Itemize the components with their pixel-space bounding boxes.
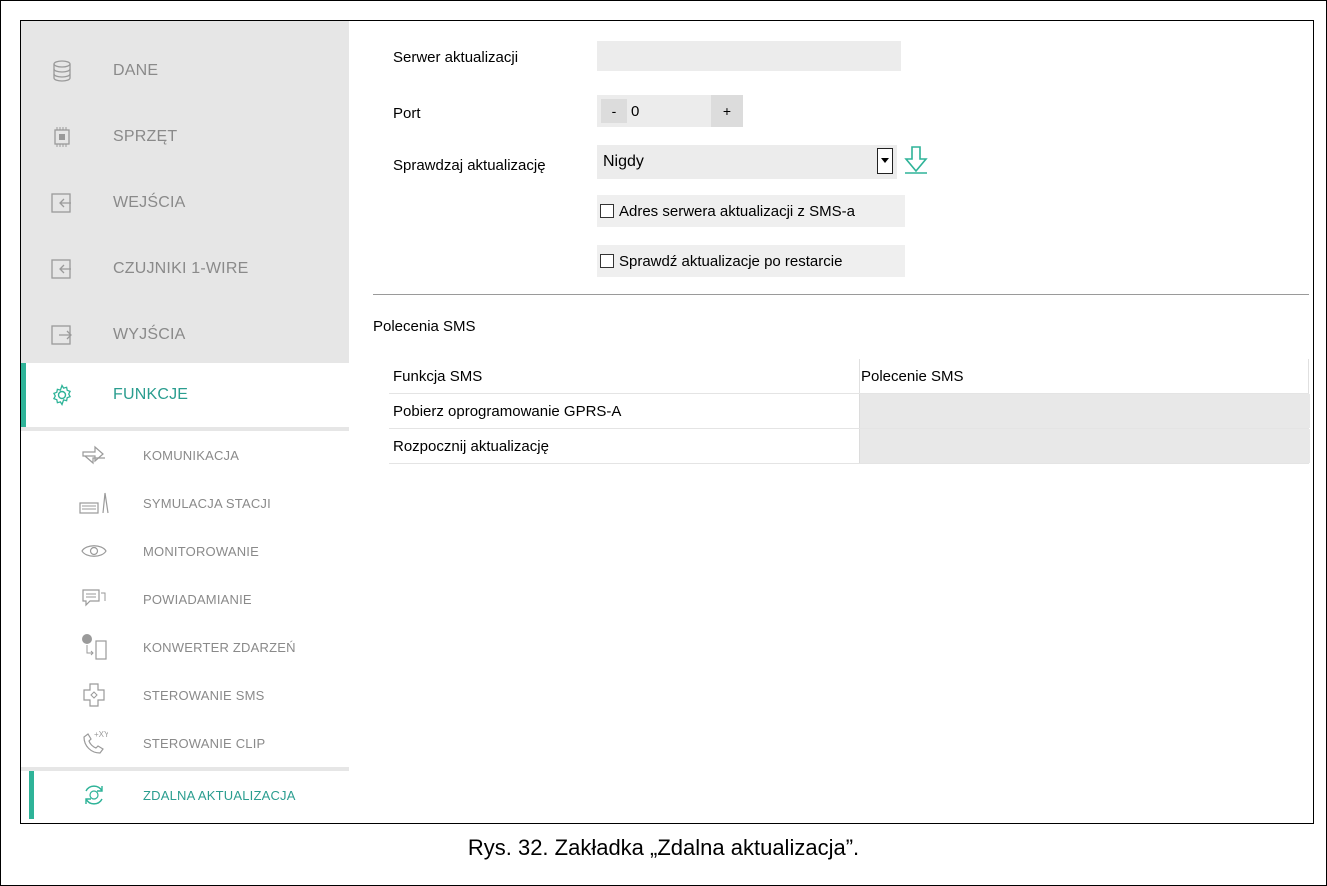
- sidebar-item-label: CZUJNIKI 1-WIRE: [113, 260, 249, 277]
- sidebar-subitem-komunikacja[interactable]: KOMUNIKACJA: [21, 431, 349, 479]
- sidebar-subitem-label: MONITOROWANIE: [143, 543, 259, 559]
- sidebar-item-czujniki[interactable]: CZUJNIKI 1-WIRE: [21, 237, 349, 301]
- refresh-icon: [79, 782, 109, 808]
- section-divider: [373, 294, 1309, 295]
- table-cell-function: Pobierz oprogramowanie GPRS-A: [393, 402, 622, 420]
- figure-caption: Rys. 32. Zakładka „Zdalna aktualizacja”.: [467, 835, 860, 860]
- sidebar-item-label: WEJŚCIA: [113, 194, 186, 211]
- sms-address-label: Adres serwera aktualizacji z SMS-a: [619, 202, 855, 220]
- sidebar-item-label: DANE: [113, 62, 159, 79]
- sidebar-item-wejscia[interactable]: WEJŚCIA: [21, 171, 349, 235]
- restart-label: Sprawdź aktualizacje po restarcie: [619, 252, 843, 270]
- sidebar-subitem-label: POWIADAMIANIE: [143, 591, 252, 607]
- sidebar-subitem-monitorowanie[interactable]: MONITOROWANIE: [21, 527, 349, 575]
- port-decrement-button[interactable]: -: [601, 99, 627, 123]
- sidebar-subitem-label: KONWERTER ZDARZEŃ: [143, 639, 296, 655]
- input-icon: [51, 192, 73, 214]
- table-cell-function: Rozpocznij aktualizację: [393, 437, 549, 455]
- sidebar-subitem-label: KOMUNIKACJA: [143, 447, 240, 463]
- chat-icon: [79, 586, 109, 612]
- sms-command-input[interactable]: [859, 429, 1310, 463]
- sidebar-subitem-konwerter[interactable]: KONWERTER ZDARZEŃ: [21, 623, 349, 671]
- server-input[interactable]: [597, 41, 901, 71]
- restart-checkbox-row[interactable]: Sprawdź aktualizacje po restarcie: [597, 245, 905, 277]
- sidebar: DANE SPRZĘT WEJŚCIA CZUJNIKI 1-WIRE WYJŚ…: [21, 21, 349, 823]
- sidebar-subitem-label: STEROWANIE CLIP: [143, 735, 266, 751]
- phone-icon: +XYZ: [79, 730, 109, 756]
- sidebar-item-label: SPRZĘT: [113, 128, 178, 145]
- converter-icon: [79, 634, 109, 660]
- sidebar-subitem-zdalna-aktualizacja[interactable]: ZDALNA AKTUALIZACJA: [21, 771, 349, 819]
- sms-section-title: Polecenia SMS: [373, 318, 476, 335]
- sidebar-subitem-label: SYMULACJA STACJI: [143, 495, 271, 511]
- sidebar-subitem-sterowanie-sms[interactable]: STEROWANIE SMS: [21, 671, 349, 719]
- port-input[interactable]: 0: [631, 103, 639, 120]
- download-icon[interactable]: [903, 145, 929, 175]
- port-increment-button[interactable]: +: [711, 95, 743, 127]
- port-label: Port: [393, 105, 421, 122]
- active-indicator: [21, 363, 26, 427]
- sidebar-item-dane[interactable]: DANE: [21, 39, 349, 103]
- eye-icon: [79, 538, 109, 564]
- sidebar-item-label: WYJŚCIA: [113, 326, 186, 343]
- chip-icon: [51, 126, 73, 148]
- sidebar-subitem-label: STEROWANIE SMS: [143, 687, 265, 703]
- sidebar-subitem-label: ZDALNA AKTUALIZACJA: [143, 787, 296, 803]
- sidebar-item-wyjscia[interactable]: WYJŚCIA: [21, 303, 349, 367]
- sidebar-item-label: FUNKCJE: [113, 386, 189, 403]
- database-icon: [51, 60, 73, 82]
- sidebar-item-sprzet[interactable]: SPRZĘT: [21, 105, 349, 169]
- restart-checkbox[interactable]: [600, 254, 614, 268]
- communication-icon: [79, 442, 109, 468]
- sidebar-subitem-symulacja[interactable]: SYMULACJA STACJI: [21, 479, 349, 527]
- sidebar-item-funkcje[interactable]: FUNKCJE: [21, 363, 349, 427]
- sidebar-subitem-powiadamianie[interactable]: POWIADAMIANIE: [21, 575, 349, 623]
- svg-text:+XYZ: +XYZ: [94, 730, 108, 739]
- main-panel: Serwer aktualizacji Port - 0 + Sprawdzaj…: [373, 21, 1313, 823]
- column-header-function: Funkcja SMS: [393, 367, 483, 385]
- active-indicator: [29, 771, 34, 819]
- sms-address-checkbox[interactable]: [600, 204, 614, 218]
- table-row: Pobierz oprogramowanie GPRS-A: [389, 394, 1310, 429]
- gear-icon: [51, 384, 73, 406]
- chevron-down-icon[interactable]: [877, 148, 893, 174]
- sensor-icon: [51, 258, 73, 280]
- table-header: Funkcja SMS Polecenie SMS: [389, 359, 1309, 394]
- sms-table: Funkcja SMS Polecenie SMS Pobierz oprogr…: [389, 359, 1310, 464]
- check-select-value: Nigdy: [603, 153, 644, 170]
- output-icon: [51, 324, 73, 346]
- server-label: Serwer aktualizacji: [393, 49, 519, 66]
- sms-control-icon: [79, 682, 109, 708]
- station-icon: [79, 490, 109, 516]
- sms-address-checkbox-row[interactable]: Adres serwera aktualizacji z SMS-a: [597, 195, 905, 227]
- column-header-command: Polecenie SMS: [861, 367, 964, 385]
- app-window: DANE SPRZĘT WEJŚCIA CZUJNIKI 1-WIRE WYJŚ…: [20, 20, 1314, 824]
- check-label: Sprawdzaj aktualizację: [393, 157, 546, 174]
- sidebar-subitem-sterowanie-clip[interactable]: +XYZ STEROWANIE CLIP: [21, 719, 349, 767]
- table-row: Rozpocznij aktualizację: [389, 429, 1310, 464]
- sms-command-input[interactable]: [859, 394, 1310, 428]
